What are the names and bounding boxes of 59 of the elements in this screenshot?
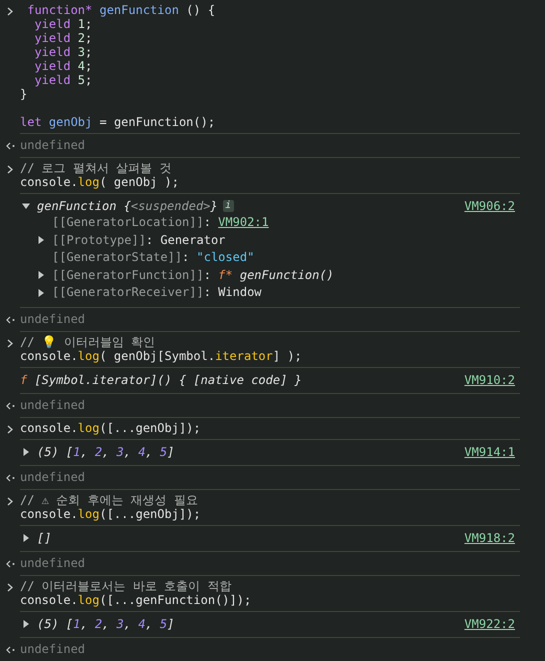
- disclosure-triangle-icon[interactable]: [22, 448, 30, 456]
- disclosure-triangle-icon[interactable]: [22, 620, 30, 628]
- code-comment: // ⚠ 순회 후에는 재생성 필요: [20, 492, 198, 506]
- return-value: undefined: [20, 556, 86, 570]
- code-line: yield 1;: [33, 17, 92, 31]
- code-line: console.log( genObj );: [20, 175, 179, 189]
- prompt-chevron-icon: [7, 582, 13, 592]
- code-line: }: [20, 87, 28, 101]
- return-arrow-icon: [6, 316, 14, 324]
- code-line: yield 3;: [33, 45, 92, 59]
- prompt-chevron-icon: [7, 496, 13, 506]
- return-arrow-icon: [6, 646, 14, 654]
- property-text: [[Prototype]]: Generator: [52, 232, 226, 248]
- disclosure-triangle-icon[interactable]: [37, 271, 45, 280]
- prompt-chevron-icon: [7, 338, 13, 348]
- source-link[interactable]: VM918:2: [464, 530, 515, 546]
- code-comment: // 💡 이터러블임 확인: [20, 334, 156, 348]
- property-text: [[GeneratorState]]: "closed": [52, 249, 254, 266]
- return-value: undefined: [20, 398, 86, 412]
- code-line: yield 2;: [33, 31, 92, 45]
- code-line: function* genFunction () {: [26, 3, 216, 17]
- return-arrow-icon: [6, 474, 14, 482]
- source-link[interactable]: VM910:2: [464, 372, 515, 388]
- return-arrow-icon: [6, 560, 14, 568]
- code-line: yield 4;: [33, 59, 92, 73]
- disclosure-triangle-icon[interactable]: [22, 202, 30, 210]
- log-output: f [Symbol.iterator]() { [native code] }: [20, 372, 302, 388]
- log-output: genFunction {<suspended>}: [37, 198, 218, 214]
- log-output: []: [37, 530, 52, 546]
- return-value: undefined: [20, 642, 86, 656]
- source-link[interactable]: VM902:1: [218, 215, 269, 229]
- property-text: [[GeneratorFunction]]: f* genFunction(): [52, 266, 334, 284]
- code-line: console.log([...genObj]);: [20, 420, 201, 434]
- disclosure-triangle-icon[interactable]: [37, 236, 45, 244]
- property-text: [[GeneratorReceiver]]: Window: [52, 284, 262, 301]
- source-link[interactable]: VM922:2: [464, 616, 515, 632]
- code-line: console.log( genObj[Symbol.iterator] );: [20, 348, 302, 362]
- return-arrow-icon: [6, 402, 14, 410]
- log-output: (5) [1, 2, 3, 4, 5]: [37, 444, 174, 460]
- prompt-chevron-icon: [7, 7, 13, 16]
- return-arrow-icon: [6, 142, 14, 150]
- code-line: let genObj = genFunction();: [20, 115, 216, 129]
- code-comment: // 로그 펼쳐서 살펴볼 것: [20, 161, 172, 175]
- return-value: undefined: [20, 470, 86, 484]
- return-value: undefined: [20, 138, 86, 152]
- prompt-chevron-icon: [7, 424, 13, 434]
- return-value: undefined: [20, 312, 86, 326]
- log-output: (5) [1, 2, 3, 4, 5]: [37, 616, 174, 632]
- disclosure-triangle-icon[interactable]: [22, 534, 30, 542]
- code-line: console.log([...genFunction()]);: [20, 592, 252, 606]
- property-text: [[GeneratorLocation]]: VM902:1: [52, 214, 269, 231]
- prompt-chevron-icon: [7, 165, 13, 174]
- code-comment: // 이터러블로서는 바로 호출이 적합: [20, 578, 232, 592]
- source-link[interactable]: VM906:2: [464, 198, 515, 214]
- source-link[interactable]: VM914:1: [464, 444, 515, 460]
- code-line: yield 5;: [33, 73, 92, 87]
- code-line: console.log([...genObj]);: [20, 506, 201, 520]
- disclosure-triangle-icon[interactable]: [37, 288, 45, 297]
- info-badge[interactable]: i: [222, 200, 234, 212]
